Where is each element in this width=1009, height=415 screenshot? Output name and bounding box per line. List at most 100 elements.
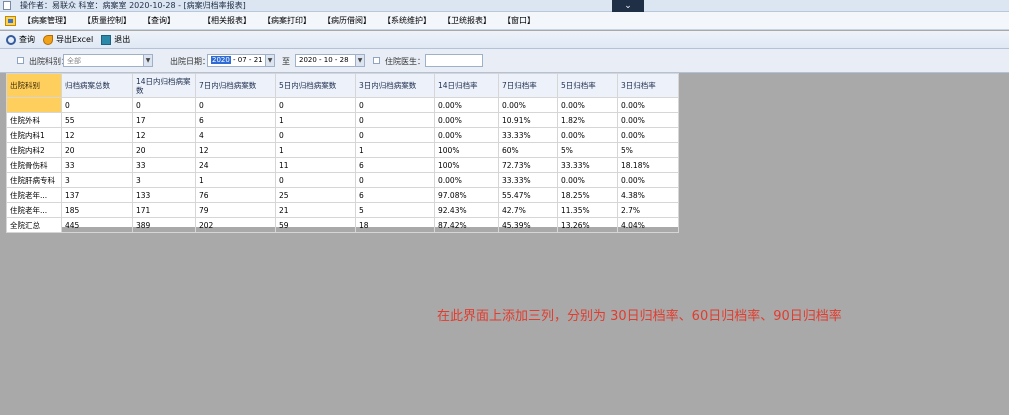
value-cell[interactable]: 0.00% — [557, 172, 618, 188]
value-cell[interactable]: 33 — [132, 157, 196, 173]
chevron-down-icon[interactable]: ▼ — [143, 55, 152, 66]
column-header[interactable]: 7日内归档病案数 — [195, 73, 276, 98]
value-cell[interactable]: 0.00% — [617, 127, 679, 143]
table-row[interactable]: 住院肝病专科 3 3 1 0 0 0.00% 33.33% 0.00% 0.00% — [6, 172, 679, 188]
menu-reports[interactable]: 【相关报表】 — [203, 15, 263, 26]
value-cell[interactable]: 171 — [132, 202, 196, 218]
dept-cell[interactable]: 住院老年... — [6, 202, 62, 218]
value-cell[interactable]: 25 — [275, 187, 356, 203]
table-row[interactable]: 住院外科 55 17 6 1 0 0.00% 10.91% 1.82% 0.00% — [6, 112, 679, 128]
dept-cell[interactable]: 住院肝病专科 — [6, 172, 62, 188]
value-cell[interactable]: 202 — [195, 217, 276, 233]
dept-cell[interactable]: 全院汇总 — [6, 217, 62, 233]
value-cell[interactable]: 0.00% — [498, 97, 558, 113]
value-cell[interactable]: 0 — [132, 97, 196, 113]
value-cell[interactable]: 45.39% — [498, 217, 558, 233]
value-cell[interactable]: 0.00% — [557, 127, 618, 143]
column-header[interactable]: 归档病案总数 — [61, 73, 133, 98]
dept-checkbox[interactable] — [17, 57, 24, 64]
value-cell[interactable]: 10.91% — [498, 112, 558, 128]
value-cell[interactable]: 100% — [434, 142, 499, 158]
menu-health-stats[interactable]: 【卫统报表】 — [443, 15, 503, 26]
dept-cell[interactable]: 住院内科2 — [6, 142, 62, 158]
table-row[interactable]: 住院骨伤科 33 33 24 11 6 100% 72.73% 33.33% 18.18% — [6, 157, 679, 173]
value-cell[interactable]: 3 — [132, 172, 196, 188]
column-header[interactable]: 出院科别 — [6, 73, 62, 98]
exit-button[interactable]: 退出 — [101, 34, 130, 45]
value-cell[interactable]: 0.00% — [617, 112, 679, 128]
value-cell[interactable]: 33 — [61, 157, 133, 173]
value-cell[interactable]: 12 — [132, 127, 196, 143]
table-row[interactable]: 住院老年... 137 133 76 25 6 97.08% 55.47% 18.25% 4.38… — [6, 187, 679, 203]
value-cell[interactable]: 59 — [275, 217, 356, 233]
value-cell[interactable]: 12 — [61, 127, 133, 143]
value-cell[interactable]: 13.26% — [557, 217, 618, 233]
dept-cell[interactable] — [6, 97, 62, 113]
value-cell[interactable]: 185 — [61, 202, 133, 218]
table-row[interactable]: 住院老年... 185 171 79 21 5 92.43% 42.7% 11.35% 2.7% — [6, 202, 679, 218]
dept-cell[interactable]: 住院骨伤科 — [6, 157, 62, 173]
column-header[interactable]: 7日归档率 — [498, 73, 558, 98]
table-row[interactable]: 0 0 0 0 0 0.00% 0.00% 0.00% 0.00% — [6, 97, 679, 113]
table-row[interactable]: 住院内科1 12 12 4 0 0 0.00% 33.33% 0.00% 0.00% — [6, 127, 679, 143]
value-cell[interactable]: 0 — [195, 97, 276, 113]
value-cell[interactable]: 18.25% — [557, 187, 618, 203]
value-cell[interactable]: 0.00% — [617, 172, 679, 188]
value-cell[interactable]: 92.43% — [434, 202, 499, 218]
value-cell[interactable]: 0 — [355, 127, 435, 143]
calendar-dropdown-icon[interactable]: ▼ — [355, 55, 364, 66]
menu-query[interactable]: 【查询】 — [143, 15, 203, 26]
value-cell[interactable]: 79 — [195, 202, 276, 218]
value-cell[interactable]: 2.7% — [617, 202, 679, 218]
value-cell[interactable]: 11 — [275, 157, 356, 173]
value-cell[interactable]: 0.00% — [434, 172, 499, 188]
column-header[interactable]: 14日内归档病案数 — [132, 73, 196, 98]
value-cell[interactable]: 6 — [355, 187, 435, 203]
value-cell[interactable]: 33.33% — [557, 157, 618, 173]
menu-medical-records[interactable]: 【病案管理】 — [23, 15, 83, 26]
value-cell[interactable]: 42.7% — [498, 202, 558, 218]
value-cell[interactable]: 20 — [61, 142, 133, 158]
value-cell[interactable]: 11.35% — [557, 202, 618, 218]
value-cell[interactable]: 33.33% — [498, 172, 558, 188]
value-cell[interactable]: 0.00% — [557, 97, 618, 113]
value-cell[interactable]: 12 — [195, 142, 276, 158]
query-button[interactable]: 查询 — [6, 34, 35, 45]
app-menu-icon[interactable] — [5, 15, 16, 26]
value-cell[interactable]: 0.00% — [434, 127, 499, 143]
value-cell[interactable]: 445 — [61, 217, 133, 233]
menu-print[interactable]: 【病案打印】 — [263, 15, 323, 26]
export-excel-button[interactable]: 导出Excel — [43, 34, 93, 45]
value-cell[interactable]: 137 — [61, 187, 133, 203]
value-cell[interactable]: 18.18% — [617, 157, 679, 173]
value-cell[interactable]: 6 — [195, 112, 276, 128]
dept-cell[interactable]: 住院老年... — [6, 187, 62, 203]
column-header[interactable]: 3日内归档病案数 — [355, 73, 435, 98]
value-cell[interactable]: 5 — [355, 202, 435, 218]
date-to-input[interactable]: 2020 - 10 - 28 ▼ — [295, 54, 365, 67]
doctor-checkbox[interactable] — [373, 57, 380, 64]
dept-cell[interactable]: 住院内科1 — [6, 127, 62, 143]
value-cell[interactable]: 20 — [132, 142, 196, 158]
value-cell[interactable]: 1 — [355, 142, 435, 158]
menu-system[interactable]: 【系统维护】 — [383, 15, 443, 26]
menu-window[interactable]: 【窗口】 — [503, 15, 563, 26]
value-cell[interactable]: 0 — [275, 127, 356, 143]
value-cell[interactable]: 60% — [498, 142, 558, 158]
value-cell[interactable]: 5% — [557, 142, 618, 158]
dept-cell[interactable]: 住院外科 — [6, 112, 62, 128]
date-from-input[interactable]: 2020 - 07 - 21 ▼ — [207, 54, 275, 67]
value-cell[interactable]: 6 — [355, 157, 435, 173]
value-cell[interactable]: 24 — [195, 157, 276, 173]
column-header[interactable]: 5日归档率 — [557, 73, 618, 98]
value-cell[interactable]: 0.00% — [434, 97, 499, 113]
value-cell[interactable]: 17 — [132, 112, 196, 128]
menu-borrow[interactable]: 【病历借阅】 — [323, 15, 383, 26]
doctor-input[interactable] — [425, 54, 483, 67]
value-cell[interactable]: 3 — [61, 172, 133, 188]
value-cell[interactable]: 0 — [355, 172, 435, 188]
value-cell[interactable]: 4.04% — [617, 217, 679, 233]
value-cell[interactable]: 21 — [275, 202, 356, 218]
table-row[interactable]: 住院内科2 20 20 12 1 1 100% 60% 5% 5% — [6, 142, 679, 158]
value-cell[interactable]: 1 — [275, 142, 356, 158]
